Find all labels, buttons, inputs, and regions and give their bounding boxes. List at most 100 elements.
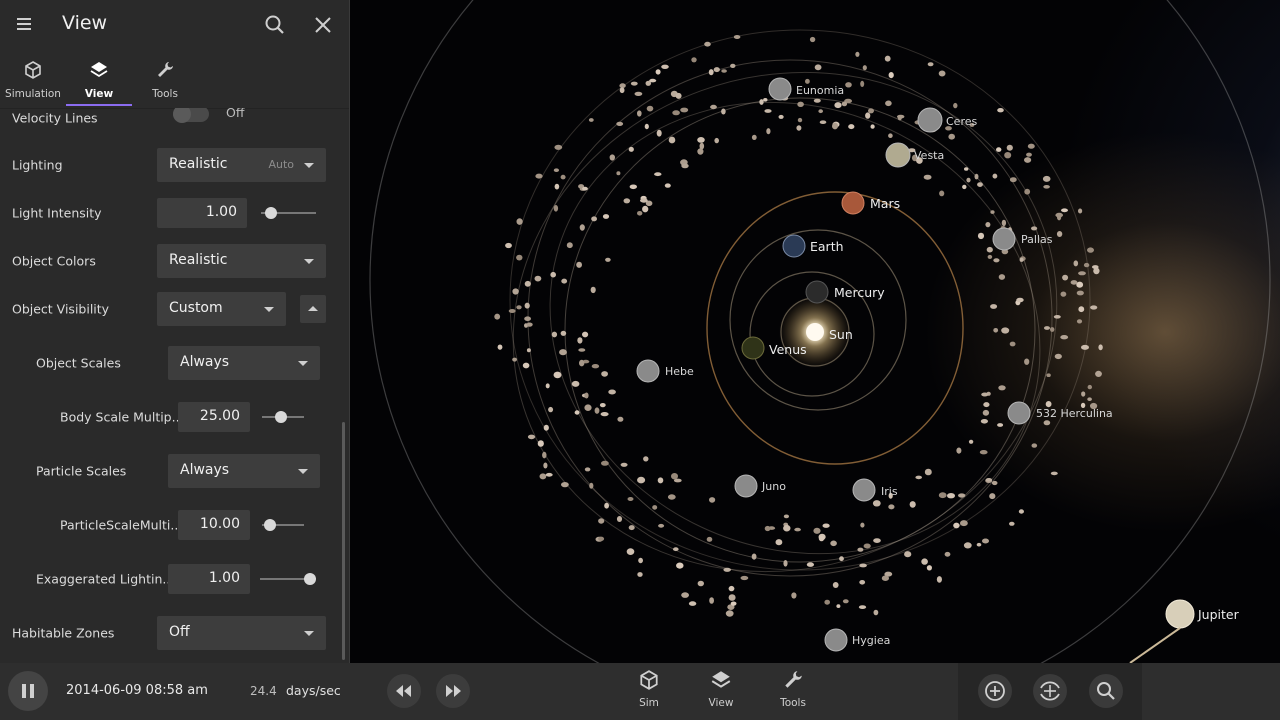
exaggerated-lighting-slider[interactable] (260, 573, 316, 585)
particle-scale-slider[interactable] (262, 519, 304, 531)
jupiter[interactable] (1165, 599, 1195, 629)
asteroid (628, 525, 635, 531)
mercury-label[interactable]: Mercury (834, 285, 885, 300)
named-asteroids[interactable] (636, 77, 1031, 652)
cube-icon (25, 61, 41, 79)
light-intensity-slider[interactable] (261, 207, 316, 219)
view-panel: View Simulation View Tools Velocity Line… (0, 0, 350, 663)
asteroid (725, 610, 734, 617)
asteroid (721, 69, 727, 73)
asteroid (888, 133, 893, 138)
asteroid (578, 348, 586, 352)
asteroid (730, 63, 736, 68)
asteroid (1070, 280, 1078, 285)
habitable-zones-dropdown[interactable]: Off (157, 616, 326, 650)
sun[interactable] (806, 323, 824, 341)
asteroid (620, 462, 628, 467)
toggle-knob (173, 108, 191, 123)
asteroid (634, 91, 643, 96)
asteroid (751, 134, 757, 140)
tab-view[interactable]: View (66, 48, 132, 106)
asteroid (858, 605, 867, 609)
chevron-up-icon (308, 306, 318, 311)
time-rate-value[interactable]: 24.4 (250, 684, 277, 698)
object-colors-dropdown[interactable]: Realistic (157, 244, 326, 278)
asteroid (740, 575, 749, 581)
asteroid (1078, 271, 1086, 276)
close-icon[interactable] (314, 16, 332, 34)
find-button[interactable] (1089, 674, 1123, 708)
venus[interactable] (741, 336, 765, 360)
asteroid (775, 539, 783, 546)
iris-label[interactable]: Iris (881, 485, 898, 498)
asteroid (759, 99, 764, 105)
mars-label[interactable]: Mars (870, 196, 900, 211)
chevron-down-icon (304, 259, 314, 264)
venus-label[interactable]: Venus (769, 342, 807, 357)
bottom-tab-view[interactable]: View (691, 669, 751, 709)
asteroid (885, 100, 892, 107)
lighting-dropdown[interactable]: Realistic Auto (157, 148, 326, 182)
bottom-tab-sim[interactable]: Sim (619, 669, 679, 709)
asteroid (763, 98, 768, 102)
solar-system-view[interactable]: Sun Mercury Venus Earth Mars Jupiter Cer… (350, 0, 1280, 663)
juno-label[interactable]: Juno (761, 480, 786, 493)
vesta-label[interactable]: Vesta (914, 149, 944, 162)
asteroid (1001, 219, 1007, 227)
asteroid (953, 522, 960, 529)
asteroid (791, 592, 797, 599)
earth-label[interactable]: Earth (810, 239, 844, 254)
herculina-label[interactable]: 532 Herculina (1036, 407, 1113, 420)
exaggerated-lighting-input[interactable]: 1.00 (168, 564, 250, 594)
hygiea (824, 628, 848, 652)
search-icon[interactable] (264, 14, 286, 36)
slider-knob[interactable] (274, 411, 287, 423)
pallas-label[interactable]: Pallas (1021, 233, 1053, 246)
light-intensity-input[interactable]: 1.00 (157, 198, 247, 228)
particle-scale-input[interactable]: 10.00 (178, 510, 250, 540)
add-button[interactable] (978, 674, 1012, 708)
asteroid (764, 525, 771, 532)
body-scale-input[interactable]: 25.00 (178, 402, 250, 432)
eunomia-label[interactable]: Eunomia (796, 84, 844, 97)
velocity-lines-state: Off (226, 108, 245, 120)
simulation-viewport[interactable]: Sun Mercury Venus Earth Mars Jupiter Cer… (350, 0, 1280, 663)
bottom-toolbar: 2014-06-09 08:58 am 24.4 days/sec Sim Vi… (0, 663, 1280, 720)
asteroid (974, 173, 979, 180)
recenter-button[interactable] (1033, 674, 1067, 708)
slider-knob[interactable] (264, 207, 277, 219)
hygiea-label[interactable]: Hygiea (852, 634, 890, 647)
object-scales-dropdown[interactable]: Always (168, 346, 320, 380)
asteroid (938, 70, 946, 77)
ceres-label[interactable]: Ceres (946, 115, 977, 128)
simulation-datetime[interactable]: 2014-06-09 08:58 am (66, 683, 208, 698)
fast-forward-button[interactable] (436, 674, 470, 708)
hebe-label[interactable]: Hebe (665, 365, 694, 378)
panel-scrollbar[interactable] (342, 422, 345, 660)
jupiter-label[interactable]: Jupiter (1197, 607, 1240, 622)
mars[interactable] (841, 191, 865, 215)
earth[interactable] (782, 234, 806, 258)
collapse-visibility-button[interactable] (300, 295, 326, 323)
tab-simulation[interactable]: Simulation (0, 48, 66, 106)
velocity-lines-toggle[interactable] (173, 108, 209, 123)
particle-scales-dropdown[interactable]: Always (168, 454, 320, 488)
bottom-tab-tools[interactable]: Tools (763, 669, 823, 709)
particle-scales-label: Particle Scales (36, 463, 127, 479)
rewind-button[interactable] (387, 674, 421, 708)
body-scale-slider[interactable] (262, 411, 304, 423)
slider-knob[interactable] (304, 573, 316, 585)
menu-icon[interactable] (14, 14, 34, 34)
pause-button[interactable] (8, 671, 48, 711)
tab-tools[interactable]: Tools (132, 48, 198, 106)
fast-forward-icon (446, 685, 461, 697)
mercury[interactable] (805, 280, 829, 304)
asteroid (543, 424, 549, 431)
asteroid (566, 242, 573, 249)
asteroid (643, 456, 649, 462)
object-visibility-dropdown[interactable]: Custom (157, 292, 286, 326)
asteroid (644, 123, 649, 130)
slider-knob[interactable] (264, 519, 277, 531)
time-rate-unit[interactable]: days/sec (286, 683, 341, 698)
sun-label[interactable]: Sun (829, 327, 853, 342)
